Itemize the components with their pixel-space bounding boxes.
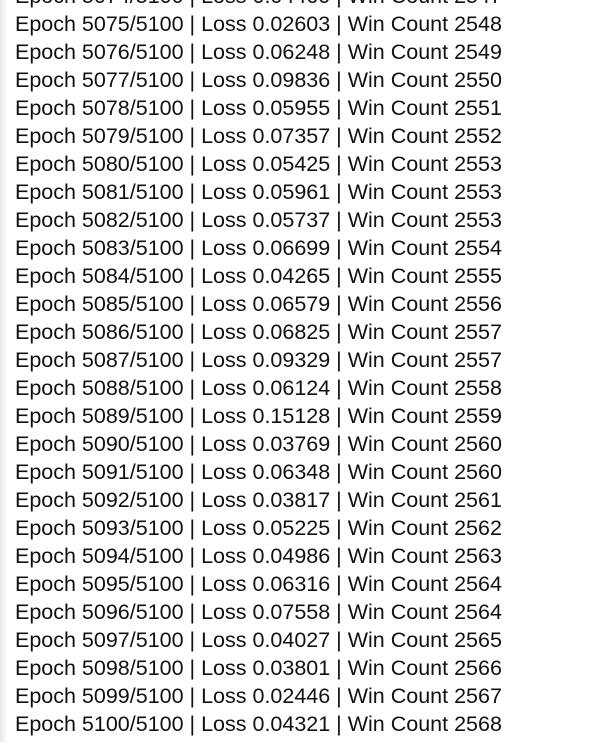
log-line: Epoch 5091/5100 | Loss 0.06348 | Win Cou… — [15, 460, 502, 484]
log-line: Epoch 5076/5100 | Loss 0.06248 | Win Cou… — [15, 40, 502, 64]
log-line: Epoch 5094/5100 | Loss 0.04986 | Win Cou… — [15, 544, 502, 568]
log-line: Epoch 5092/5100 | Loss 0.03817 | Win Cou… — [15, 488, 502, 512]
log-line: Epoch 5080/5100 | Loss 0.05425 | Win Cou… — [15, 152, 502, 176]
log-line: Epoch 5099/5100 | Loss 0.02446 | Win Cou… — [15, 684, 502, 708]
log-line: Epoch 5083/5100 | Loss 0.06699 | Win Cou… — [15, 236, 502, 260]
log-line: Epoch 5090/5100 | Loss 0.03769 | Win Cou… — [15, 432, 502, 456]
log-line: Epoch 5081/5100 | Loss 0.05961 | Win Cou… — [15, 180, 502, 204]
log-line: Epoch 5093/5100 | Loss 0.05225 | Win Cou… — [15, 516, 502, 540]
log-line-partial: Epoch 5074/5100 | Loss 0.04460 | Win Cou… — [15, 0, 585, 10]
log-line: Epoch 5100/5100 | Loss 0.04321 | Win Cou… — [15, 712, 502, 736]
log-line: Epoch 5082/5100 | Loss 0.05737 | Win Cou… — [15, 208, 502, 232]
log-line: Epoch 5086/5100 | Loss 0.06825 | Win Cou… — [15, 320, 502, 344]
log-line: Epoch 5097/5100 | Loss 0.04027 | Win Cou… — [15, 628, 502, 652]
log-line: Epoch 5085/5100 | Loss 0.06579 | Win Cou… — [15, 292, 502, 316]
log-line: Epoch 5087/5100 | Loss 0.09329 | Win Cou… — [15, 348, 502, 372]
log-line: Epoch 5089/5100 | Loss 0.15128 | Win Cou… — [15, 404, 502, 428]
log-line: Epoch 5075/5100 | Loss 0.02603 | Win Cou… — [15, 12, 502, 36]
log-line: Epoch 5088/5100 | Loss 0.06124 | Win Cou… — [15, 376, 502, 400]
log-line: Epoch 5096/5100 | Loss 0.07558 | Win Cou… — [15, 600, 502, 624]
log-line: Epoch 5098/5100 | Loss 0.03801 | Win Cou… — [15, 656, 502, 680]
training-log-output: Epoch 5074/5100 | Loss 0.04460 | Win Cou… — [0, 0, 590, 742]
log-line: Epoch 5077/5100 | Loss 0.09836 | Win Cou… — [15, 68, 502, 92]
log-line: Epoch 5078/5100 | Loss 0.05955 | Win Cou… — [15, 96, 502, 120]
log-line: Epoch 5079/5100 | Loss 0.07357 | Win Cou… — [15, 124, 502, 148]
log-line: Epoch 5095/5100 | Loss 0.06316 | Win Cou… — [15, 572, 502, 596]
log-line: Epoch 5084/5100 | Loss 0.04265 | Win Cou… — [15, 264, 502, 288]
